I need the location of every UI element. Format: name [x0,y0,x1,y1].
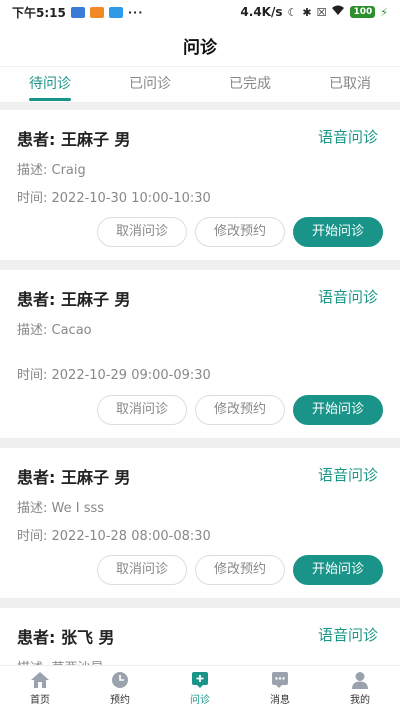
consultation-description: 描述: Craig [17,163,86,178]
cancel-consultation-button[interactable]: 取消问诊 [97,395,187,425]
nav-messages[interactable]: 消息 [240,666,320,711]
nav-consult-label: 问诊 [190,695,210,706]
patient-name: 患者: 王麻子 男 [17,290,131,309]
title-bar: 问诊 [0,24,400,66]
nav-messages-label: 消息 [270,695,290,706]
consultation-card: 患者: 王麻子 男 语音问诊 描述: Cacao 时间: 2022-10-29 … [0,270,400,438]
mi-notification-icon [89,6,104,18]
cloud-notification-icon [108,6,123,18]
consultation-time: 时间: 2022-10-29 09:00-09:30 [17,368,211,383]
start-consultation-button[interactable]: 开始问诊 [293,217,383,247]
consultation-time: 时间: 2022-10-30 10:00-10:30 [17,191,211,206]
gallery-notification-icon [70,6,85,18]
modify-appointment-button[interactable]: 修改预约 [195,395,285,425]
battery-icon: 100 [350,6,376,18]
more-notifications-icon: ··· [127,5,144,19]
page-title: 问诊 [183,37,217,58]
nav-consult[interactable]: 问诊 [160,666,240,711]
sim-icon: ☒ [316,5,327,19]
clock-icon [110,671,130,689]
consultation-type: 语音问诊 [317,128,378,146]
patient-name: 患者: 王麻子 男 [17,468,131,487]
cancel-consultation-button[interactable]: 取消问诊 [97,217,187,247]
nav-profile[interactable]: 我的 [320,666,400,711]
message-icon [270,671,290,689]
charging-icon: ⚡ [380,5,388,19]
tab-cancelled[interactable]: 已取消 [300,67,400,102]
patient-name: 患者: 张飞 男 [17,628,115,647]
consultation-type: 语音问诊 [317,466,378,484]
status-bar-left: 下午5:15 ··· [12,4,143,21]
bluetooth-icon: ✱ [302,5,312,19]
network-speed: 4.4K/s [240,5,283,19]
tab-consulted[interactable]: 已问诊 [100,67,200,102]
tab-completed[interactable]: 已完成 [200,67,300,102]
consultation-card: 患者: 王麻子 男 语音问诊 描述: We I sss 时间: 2022-10-… [0,448,400,598]
consultation-time: 时间: 2022-10-28 08:00-08:30 [17,529,211,544]
home-icon [30,671,50,689]
start-consultation-button[interactable]: 开始问诊 [293,555,383,585]
consultation-description: 描述: Cacao [17,323,92,338]
modify-appointment-button[interactable]: 修改预约 [195,555,285,585]
consult-plus-icon [190,671,210,689]
start-consultation-button[interactable]: 开始问诊 [293,395,383,425]
consultation-card: 患者: 张飞 男 语音问诊 描述: 草两沙是 [0,608,400,665]
consultation-card: 患者: 王麻子 男 语音问诊 描述: Craig 时间: 2022-10-30 … [0,110,400,260]
status-tabs: 待问诊 已问诊 已完成 已取消 [0,66,400,102]
nav-appointment[interactable]: 预约 [80,666,160,711]
profile-icon [350,671,370,689]
consultation-description: 描述: 草两沙是 [17,657,104,665]
moon-icon: ☾ [287,5,298,19]
status-bar: 下午5:15 ··· 4.4K/s ☾ ✱ ☒ 100 ⚡ [0,0,400,24]
nav-home[interactable]: 首页 [0,666,80,711]
nav-profile-label: 我的 [350,695,370,706]
consultation-type: 语音问诊 [317,626,378,644]
consultation-type: 语音问诊 [317,288,378,306]
consultation-description: 描述: We I sss [17,501,105,516]
status-time: 下午5:15 [12,5,66,20]
nav-appointment-label: 预约 [110,695,130,706]
patient-name: 患者: 王麻子 男 [17,130,131,149]
wifi-icon [331,5,345,19]
tab-pending[interactable]: 待问诊 [0,67,100,102]
consultation-list[interactable]: 患者: 王麻子 男 语音问诊 描述: Craig 时间: 2022-10-30 … [0,110,400,665]
cancel-consultation-button[interactable]: 取消问诊 [97,555,187,585]
modify-appointment-button[interactable]: 修改预约 [195,217,285,247]
nav-home-label: 首页 [30,695,50,706]
status-bar-right: 4.4K/s ☾ ✱ ☒ 100 ⚡ [240,5,388,19]
bottom-nav: 首页 预约 问诊 消息 我的 [0,665,400,711]
